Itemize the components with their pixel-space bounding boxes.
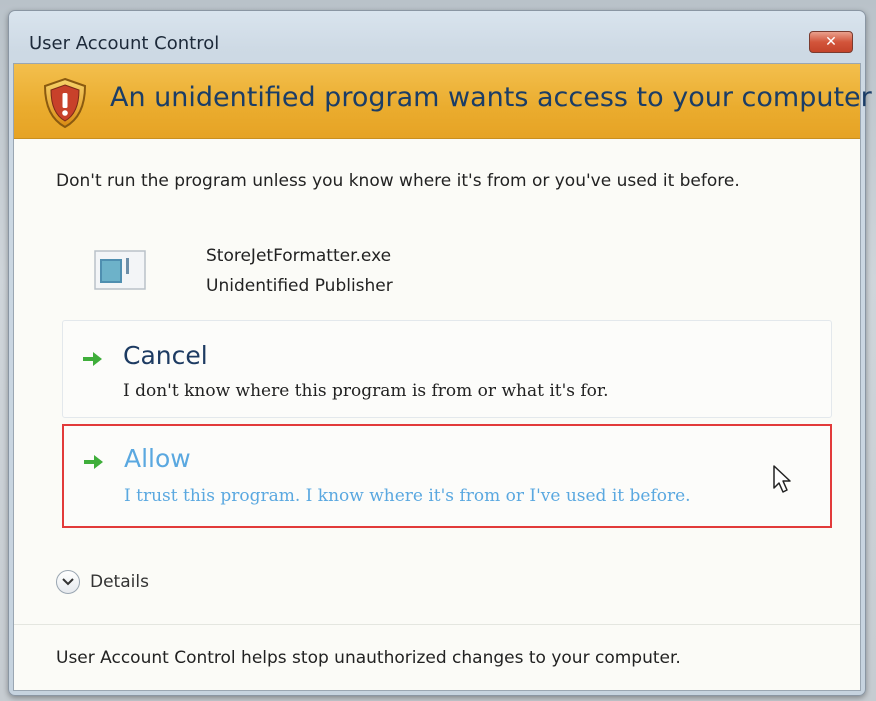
shield-warning-icon <box>43 77 87 129</box>
warning-banner: An unidentified program wants access to … <box>14 64 872 139</box>
allow-option-title: Allow <box>124 444 191 473</box>
program-icon <box>94 250 146 290</box>
details-label[interactable]: Details <box>90 572 149 592</box>
title-bar[interactable]: User Account Control ✕ <box>9 11 865 63</box>
footer-divider <box>14 624 860 625</box>
details-toggle[interactable]: Details <box>56 570 149 594</box>
green-arrow-icon <box>84 455 103 469</box>
program-publisher: Unidentified Publisher <box>206 276 393 296</box>
allow-option-description: I trust this program. I know where it's … <box>124 486 691 506</box>
warning-message: Don't run the program unless you know wh… <box>56 171 740 191</box>
green-arrow-icon <box>83 352 102 366</box>
close-button[interactable]: ✕ <box>809 31 853 53</box>
cancel-option-description: I don't know where this program is from … <box>123 381 609 401</box>
dialog-body: An unidentified program wants access to … <box>13 63 872 691</box>
window-title: User Account Control <box>29 33 220 54</box>
mouse-cursor-icon <box>773 465 791 493</box>
cancel-option[interactable]: Cancel I don't know where this program i… <box>62 320 832 418</box>
uac-dialog: User Account Control ✕ An unidentified p… <box>8 10 872 696</box>
cancel-option-title: Cancel <box>123 341 208 370</box>
close-icon: ✕ <box>825 34 837 50</box>
allow-option[interactable]: Allow I trust this program. I know where… <box>62 424 832 528</box>
program-name: StoreJetFormatter.exe <box>206 246 392 266</box>
chevron-down-icon[interactable] <box>56 570 80 594</box>
footer-text: User Account Control helps stop unauthor… <box>56 648 681 668</box>
banner-heading: An unidentified program wants access to … <box>110 82 872 113</box>
